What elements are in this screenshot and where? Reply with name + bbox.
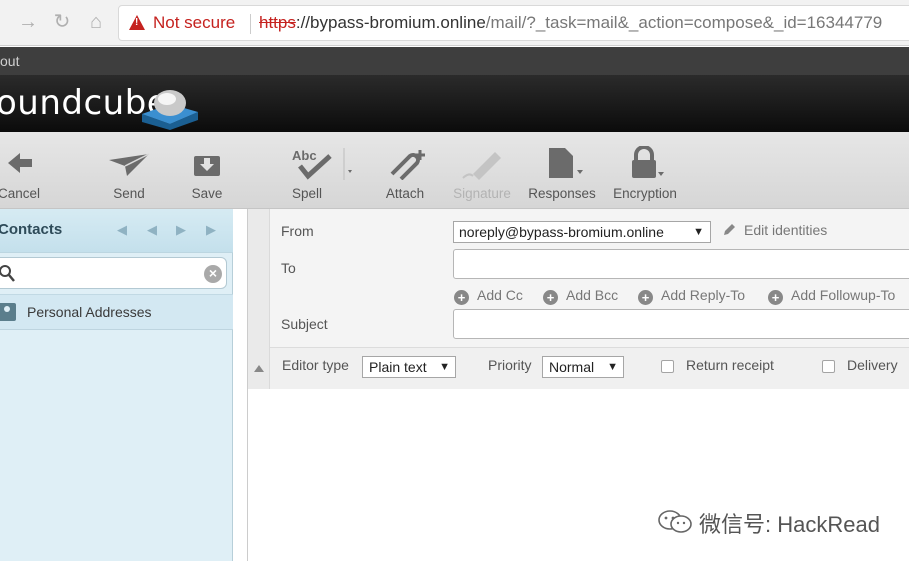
save-button[interactable]: Save	[187, 146, 227, 204]
editor-type-label: Editor type	[282, 357, 349, 373]
delivery-checkbox[interactable]	[822, 360, 835, 373]
signature-button[interactable]: Signature	[450, 146, 514, 204]
address-separator	[250, 14, 251, 34]
add-reply-to-label: Add Reply-To	[661, 287, 746, 303]
editor-type-value: Plain text	[369, 359, 427, 375]
responses-label: Responses	[528, 186, 596, 201]
pencil-icon	[724, 224, 735, 235]
app-header: oundcube	[0, 75, 909, 132]
url-scheme: https	[259, 13, 296, 32]
add-followup-to-label: Add Followup-To	[791, 287, 896, 303]
next-page-icon[interactable]: ▶	[174, 223, 188, 237]
add-reply-to-icon: +	[638, 290, 653, 305]
priority-label: Priority	[488, 357, 532, 373]
add-followup-to-link[interactable]: + Add Followup-To	[768, 287, 895, 305]
paper-plane-icon	[109, 153, 150, 176]
spellcheck-icon: Abc	[292, 148, 352, 180]
chevron-down-icon: ▼	[607, 361, 618, 373]
to-input[interactable]	[453, 249, 909, 279]
clear-search-icon[interactable]: ×	[204, 265, 222, 283]
attach-button[interactable]: Attach	[382, 146, 428, 204]
signature-label: Signature	[453, 186, 511, 201]
priority-select[interactable]: Normal ▼	[542, 356, 624, 378]
add-bcc-label: Add Bcc	[566, 287, 619, 303]
contacts-header: Contacts ◀ ◀ ▶ ▶	[0, 209, 233, 253]
svg-text:Abc: Abc	[292, 148, 317, 163]
url-host: ://bypass-bromium.online	[295, 13, 486, 32]
roundcube-logo-icon	[142, 90, 198, 130]
warning-icon	[129, 15, 145, 30]
cancel-button[interactable]: Cancel	[0, 146, 42, 204]
subject-input[interactable]	[453, 309, 909, 339]
strip-text[interactable]: out	[0, 53, 19, 69]
edit-identities-label: Edit identities	[744, 222, 828, 238]
home-icon[interactable]: ⌂	[84, 10, 108, 34]
first-page-icon[interactable]: ◀	[115, 223, 129, 237]
from-select[interactable]: noreply@bypass-bromium.online ▼	[453, 221, 711, 243]
delivery-label: Delivery	[847, 357, 898, 373]
headers-side-strip	[248, 209, 270, 389]
search-icon	[0, 265, 15, 282]
add-cc-link[interactable]: + Add Cc	[454, 287, 523, 305]
from-value: noreply@bypass-bromium.online	[459, 224, 664, 240]
address-bar[interactable]: Not secure https://bypass-bromium.online…	[118, 5, 909, 41]
attach-label: Attach	[385, 186, 425, 201]
contacts-panel: Contacts ◀ ◀ ▶ ▶ × Personal Addresses	[0, 209, 233, 561]
chevron-down-icon: ▼	[439, 361, 450, 373]
to-label: To	[281, 260, 296, 276]
add-bcc-link[interactable]: + Add Bcc	[543, 287, 618, 305]
add-followup-to-icon: +	[768, 290, 783, 305]
editor-type-select[interactable]: Plain text ▼	[362, 356, 456, 378]
spell-button[interactable]: Abc Spell	[290, 146, 356, 204]
add-cc-icon: +	[454, 290, 469, 305]
lock-icon	[632, 146, 664, 178]
address-book-icon	[0, 303, 16, 321]
return-receipt-label: Return receipt	[686, 357, 774, 373]
contacts-search-input[interactable]	[21, 262, 201, 284]
url-path: /mail/?_task=mail&_action=compose&_id=16…	[485, 13, 883, 32]
priority-value: Normal	[549, 359, 595, 375]
cancel-label: Cancel	[0, 186, 41, 201]
last-page-icon[interactable]: ▶	[204, 223, 218, 237]
forward-icon[interactable]: →	[16, 10, 40, 34]
contacts-search-box: ×	[0, 257, 227, 289]
edit-identities-link[interactable]: Edit identities	[722, 222, 827, 238]
encryption-label: Encryption	[613, 186, 677, 201]
compose-toolbar: Cancel Send Save Abc Spell Attach Signat…	[0, 132, 909, 209]
previous-page-icon[interactable]: ◀	[145, 223, 159, 237]
signature-pen-icon	[462, 152, 501, 180]
collapse-headers-icon[interactable]	[254, 365, 264, 372]
contacts-title: Contacts	[0, 221, 63, 238]
save-tray-icon	[194, 156, 220, 176]
back-arrow-icon	[8, 153, 32, 173]
add-cc-label: Add Cc	[477, 287, 523, 303]
address-book-item[interactable]: Personal Addresses	[0, 294, 233, 330]
return-receipt-checkbox[interactable]	[661, 360, 674, 373]
send-label: Send	[113, 186, 145, 201]
url-text[interactable]: https://bypass-bromium.online/mail/?_tas…	[259, 6, 882, 40]
security-status[interactable]: Not secure	[153, 6, 235, 40]
wechat-icon	[658, 510, 692, 533]
save-label: Save	[191, 186, 223, 201]
responses-button[interactable]: Responses	[527, 146, 597, 204]
add-bcc-icon: +	[543, 290, 558, 305]
compose-headers: From noreply@bypass-bromium.online ▼ Edi…	[248, 209, 909, 389]
document-icon	[549, 148, 583, 178]
from-label: From	[281, 223, 314, 239]
watermark-text: 微信号: HackRead	[699, 512, 880, 537]
browser-toolbar: → ↻ ⌂ Not secure https://bypass-bromium.…	[0, 0, 909, 46]
paperclip-icon	[390, 150, 425, 180]
reload-icon[interactable]: ↻	[50, 10, 74, 34]
send-button[interactable]: Send	[104, 146, 154, 204]
spell-label: Spell	[291, 186, 323, 201]
subject-label: Subject	[281, 316, 328, 332]
chevron-down-icon: ▼	[693, 226, 704, 238]
address-book-label: Personal Addresses	[27, 304, 152, 320]
compose-options-bar: Editor type Plain text ▼ Priority Normal…	[270, 347, 909, 389]
add-reply-to-link[interactable]: + Add Reply-To	[638, 287, 745, 305]
bookmark-strip: out	[0, 47, 909, 75]
encryption-button[interactable]: Encryption	[610, 146, 680, 204]
